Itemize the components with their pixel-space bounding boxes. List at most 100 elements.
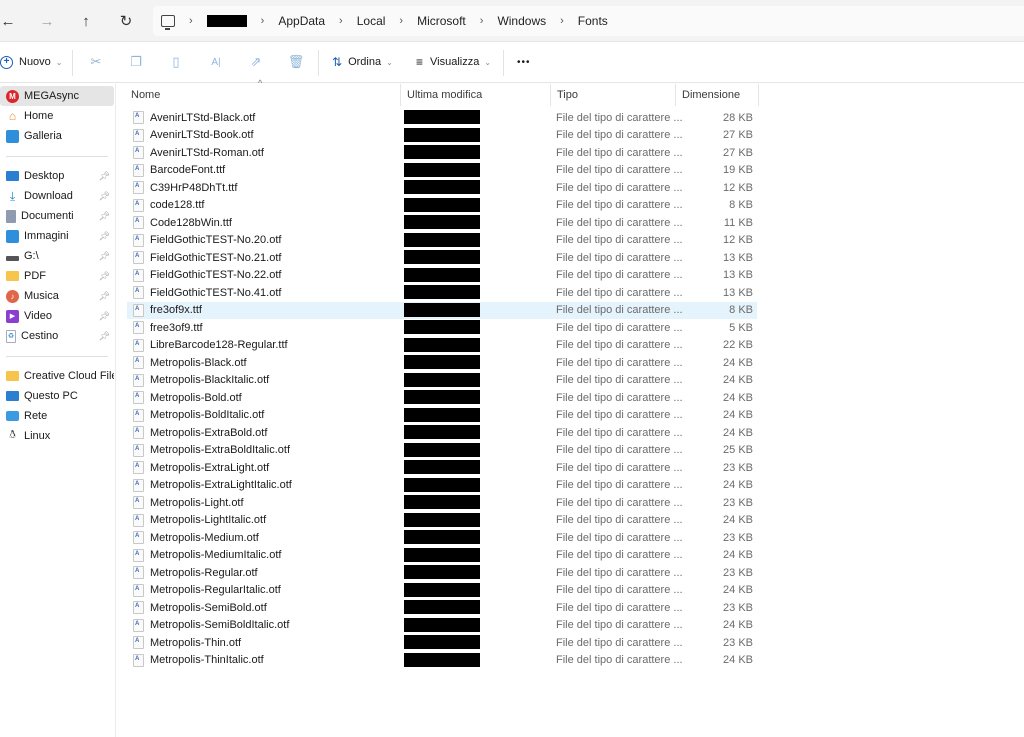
breadcrumb-windows[interactable]: Windows [497,14,546,28]
column-header-name[interactable]: Nome [125,84,401,106]
file-row[interactable]: Metropolis-ThinItalic.otf File del tipo d… [127,652,757,669]
file-name-cell[interactable]: AvenirLTStd-Roman.otf [133,144,264,161]
file-row[interactable]: Metropolis-BlackItalic.otf File del tipo … [127,372,757,389]
file-row[interactable]: Metropolis-Medium.otf File del tipo di ca… [127,529,757,546]
pin-icon[interactable]: 📌︎ [99,231,110,242]
file-row[interactable]: Metropolis-ExtraLightItalic.otf File del … [127,477,757,494]
sidebar-item-download[interactable]: ⤓ Download 📌︎ [0,186,114,206]
sidebar-item-pictures[interactable]: Immagini 📌︎ [0,226,114,246]
file-name-cell[interactable]: FieldGothicTEST-No.41.otf [133,284,281,301]
forward-button[interactable]: → [36,10,58,32]
file-name-cell[interactable]: Metropolis-SemiBoldItalic.otf [133,617,289,634]
pin-icon[interactable]: 📌︎ [99,291,110,302]
file-name-cell[interactable]: AvenirLTStd-Black.otf [133,109,255,126]
pin-icon[interactable]: 📌︎ [99,311,110,322]
file-row[interactable]: Metropolis-Light.otf File del tipo di car… [127,494,757,511]
breadcrumb-local[interactable]: Local [357,14,386,28]
file-name-cell[interactable]: C39HrP48DhTt.ttf [133,179,237,196]
sidebar-item-megasync[interactable]: M MEGAsync [0,86,114,106]
file-row[interactable]: LibreBarcode128-Regular.ttf File del tipo… [127,337,757,354]
sidebar-item-music[interactable]: ♪ Musica 📌︎ [0,286,114,306]
sidebar-item-this-pc[interactable]: Questo PC [0,386,114,406]
file-row[interactable]: Metropolis-SemiBold.otf File del tipo di … [127,599,757,616]
back-button[interactable]: ← [0,10,19,32]
file-name-cell[interactable]: Metropolis-Bold.otf [133,389,242,406]
file-name-cell[interactable]: Metropolis-MediumItalic.otf [133,547,281,564]
paste-button[interactable]: ▯ [167,53,185,71]
file-row[interactable]: Metropolis-Thin.otf File del tipo di cara… [127,634,757,651]
file-row[interactable]: C39HrP48DhTt.ttf File del tipo di caratte… [127,179,757,196]
file-name-cell[interactable]: Metropolis-RegularItalic.otf [133,582,281,599]
new-button[interactable]: + Nuovo ⌄ [0,51,63,73]
file-row[interactable]: Metropolis-ExtraBoldItalic.otf File del t… [127,442,757,459]
file-name-cell[interactable]: free3of9.ttf [133,319,203,336]
pin-icon[interactable]: 📌︎ [99,211,110,222]
file-row[interactable]: Metropolis-RegularItalic.otf File del tip… [127,582,757,599]
file-name-cell[interactable]: Metropolis-ExtraLightItalic.otf [133,477,292,494]
file-name-cell[interactable]: BarcodeFont.ttf [133,162,225,179]
view-button[interactable]: ≡ Visualizza ⌄ [416,51,491,73]
file-name-cell[interactable]: Metropolis-Thin.otf [133,634,241,651]
file-row[interactable]: Metropolis-Black.otf File del tipo di car… [127,354,757,371]
column-header-type[interactable]: Tipo [551,84,676,106]
file-name-cell[interactable]: Metropolis-BlackItalic.otf [133,372,269,389]
delete-button[interactable]: 🗑︎ [287,53,305,71]
sort-button[interactable]: ⇅ Ordina ⌄ [332,51,393,73]
file-row[interactable]: BarcodeFont.ttf File del tipo di caratter… [127,162,757,179]
sidebar-item-network[interactable]: Rete [0,406,114,426]
file-name-cell[interactable]: LibreBarcode128-Regular.ttf [133,337,288,354]
file-name-cell[interactable]: Metropolis-ThinItalic.otf [133,652,264,669]
file-row[interactable]: Metropolis-LightItalic.otf File del tipo … [127,512,757,529]
file-name-cell[interactable]: Metropolis-LightItalic.otf [133,512,266,529]
file-name-cell[interactable]: code128.ttf [133,197,204,214]
file-row[interactable]: code128.ttf File del tipo di carattere ..… [127,197,757,214]
file-row[interactable]: Metropolis-Bold.otf File del tipo di cara… [127,389,757,406]
breadcrumb-fonts[interactable]: Fonts [578,14,608,28]
breadcrumb-redacted[interactable] [206,15,247,27]
file-row[interactable]: Metropolis-ExtraBold.otf File del tipo di… [127,424,757,441]
address-bar[interactable]: › › AppData › Local › Microsoft › Window… [153,6,1024,36]
file-row[interactable]: Metropolis-MediumItalic.otf File del tipo… [127,547,757,564]
sidebar-item-gallery[interactable]: Galleria [0,126,114,146]
file-name-cell[interactable]: FieldGothicTEST-No.21.otf [133,249,281,266]
file-row[interactable]: Metropolis-ExtraLight.otf File del tipo d… [127,459,757,476]
file-name-cell[interactable]: Metropolis-Regular.otf [133,564,258,581]
sidebar-item-drive-g[interactable]: G:\ 📌︎ [0,246,114,266]
column-header-size[interactable]: Dimensione [676,84,759,106]
breadcrumb-microsoft[interactable]: Microsoft [417,14,466,28]
file-row[interactable]: AvenirLTStd-Roman.otf File del tipo di ca… [127,144,757,161]
file-name-cell[interactable]: Metropolis-Medium.otf [133,529,259,546]
file-name-cell[interactable]: Metropolis-SemiBold.otf [133,599,267,616]
sidebar-item-pdf[interactable]: PDF 📌︎ [0,266,114,286]
file-row[interactable]: Metropolis-SemiBoldItalic.otf File del ti… [127,617,757,634]
file-row[interactable]: Metropolis-BoldItalic.otf File del tipo d… [127,407,757,424]
file-row[interactable]: FieldGothicTEST-No.22.otf File del tipo d… [127,267,757,284]
file-name-cell[interactable]: Metropolis-ExtraBoldItalic.otf [133,442,290,459]
file-row[interactable]: FieldGothicTEST-No.41.otf File del tipo d… [127,284,757,301]
file-row[interactable]: free3of9.ttf File del tipo di carattere .… [127,319,757,336]
sidebar-item-recycle-bin[interactable]: ♻ Cestino 📌︎ [0,326,114,346]
file-name-cell[interactable]: Metropolis-Light.otf [133,494,244,511]
sidebar-item-creative-cloud[interactable]: Creative Cloud Files I [0,366,114,386]
file-name-cell[interactable]: fre3of9x.ttf [133,302,202,319]
file-name-cell[interactable]: Metropolis-Black.otf [133,354,247,371]
sidebar-item-documents[interactable]: Documenti 📌︎ [0,206,114,226]
more-options-button[interactable]: ••• [517,51,531,73]
file-row[interactable]: AvenirLTStd-Book.otf File del tipo di car… [127,127,757,144]
file-row[interactable]: Code128bWin.ttf File del tipo di caratter… [127,214,757,231]
file-name-cell[interactable]: Metropolis-ExtraBold.otf [133,424,267,441]
refresh-button[interactable]: ↻ [115,10,137,32]
pin-icon[interactable]: 📌︎ [99,191,110,202]
column-header-modified[interactable]: Ultima modifica [401,84,551,106]
file-name-cell[interactable]: Code128bWin.ttf [133,214,232,231]
sidebar-item-linux[interactable]: 🐧︎ Linux [0,426,114,446]
rename-button[interactable]: A| [207,53,225,71]
pin-icon[interactable]: 📌︎ [99,251,110,262]
file-row[interactable]: FieldGothicTEST-No.20.otf File del tipo d… [127,232,757,249]
file-name-cell[interactable]: FieldGothicTEST-No.22.otf [133,267,281,284]
sidebar-item-home[interactable]: ⌂ Home [0,106,114,126]
pin-icon[interactable]: 📌︎ [99,171,110,182]
file-name-cell[interactable]: FieldGothicTEST-No.20.otf [133,232,281,249]
file-row[interactable]: FieldGothicTEST-No.21.otf File del tipo d… [127,249,757,266]
file-name-cell[interactable]: Metropolis-ExtraLight.otf [133,459,269,476]
